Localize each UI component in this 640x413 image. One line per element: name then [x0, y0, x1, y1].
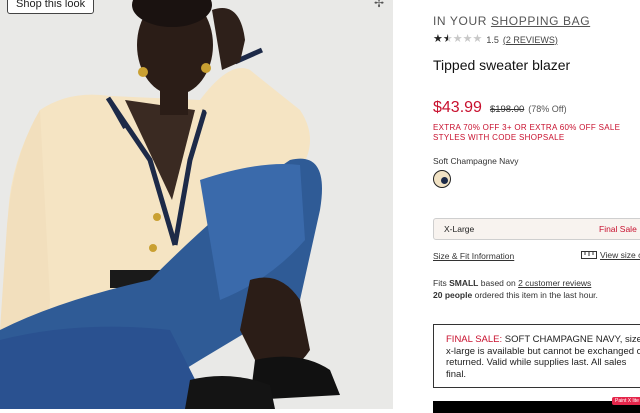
view-size-chart-link[interactable]: View size c: [581, 250, 640, 260]
selected-size: X-Large: [444, 224, 475, 234]
color-name: Soft Champagne Navy: [433, 156, 519, 166]
star-empty-icon: ★: [452, 33, 463, 45]
bag-notice: IN YOUR SHOPPING BAG: [433, 14, 590, 28]
size-fit-link[interactable]: Size & Fit Information: [433, 251, 514, 261]
star-half-icon: ★: [442, 33, 453, 45]
shop-this-look-button[interactable]: Shop this look: [7, 0, 95, 14]
discount-percent: (78% Off): [528, 104, 567, 114]
final-sale-label: FINAL SALE:: [446, 334, 503, 345]
sale-price: $43.99: [433, 99, 482, 116]
view-size-label: View size c: [600, 250, 640, 260]
fits-size: SMALL: [449, 278, 479, 288]
paint-badge: Paint X lite: [612, 397, 640, 405]
size-status: Final Sale: [599, 224, 637, 234]
bag-notice-prefix: IN YOUR: [433, 14, 487, 28]
star-full-icon: ★: [433, 33, 443, 45]
fit-summary: Fits SMALL based on 2 customer reviews: [433, 278, 591, 288]
rating-row: ★ ★ ★ ★ ★ 1.5 (2 REVIEWS): [433, 34, 558, 45]
product-details-panel: IN YOUR SHOPPING BAG ★ ★ ★ ★ ★ 1.5 (2 RE…: [393, 0, 640, 413]
final-sale-notice: FINAL SALE: SOFT CHAMPAGNE NAVY, size x-…: [433, 324, 640, 388]
price-row: $43.99 $198.00 (78% Off): [433, 99, 567, 117]
model-illustration: [0, 0, 393, 409]
ordered-count: 20 people: [433, 290, 473, 300]
add-to-bag-button[interactable]: [433, 401, 640, 413]
color-swatch[interactable]: [433, 170, 451, 188]
original-price: $198.00: [489, 104, 525, 115]
reviews-link[interactable]: (2 REVIEWS): [503, 35, 558, 45]
rating-stars: ★ ★ ★ ★ ★: [433, 34, 482, 45]
shopping-bag-link[interactable]: SHOPPING BAG: [491, 14, 590, 28]
rating-value: 1.5: [486, 34, 499, 45]
plus-icon[interactable]: ✢: [374, 0, 384, 10]
product-photo[interactable]: Shop this look ✢: [0, 0, 393, 409]
ordered-notice: 20 people ordered this item in the last …: [433, 290, 598, 300]
ruler-icon: [581, 251, 597, 259]
star-empty-icon: ★: [462, 33, 473, 45]
ordered-rest: ordered this item in the last hour.: [474, 290, 598, 300]
fits-prefix: Fits: [433, 278, 447, 288]
fits-middle: based on: [480, 278, 516, 288]
promo-message: EXTRA 70% OFF 3+ OR EXTRA 60% OFF SALE S…: [433, 123, 621, 142]
star-empty-icon: ★: [472, 33, 483, 45]
size-selector[interactable]: X-Large Final Sale: [433, 218, 640, 240]
swatch-navy-dot: [441, 177, 448, 184]
product-title: Tipped sweater blazer: [433, 57, 571, 73]
customer-reviews-link[interactable]: 2 customer reviews: [518, 278, 591, 288]
